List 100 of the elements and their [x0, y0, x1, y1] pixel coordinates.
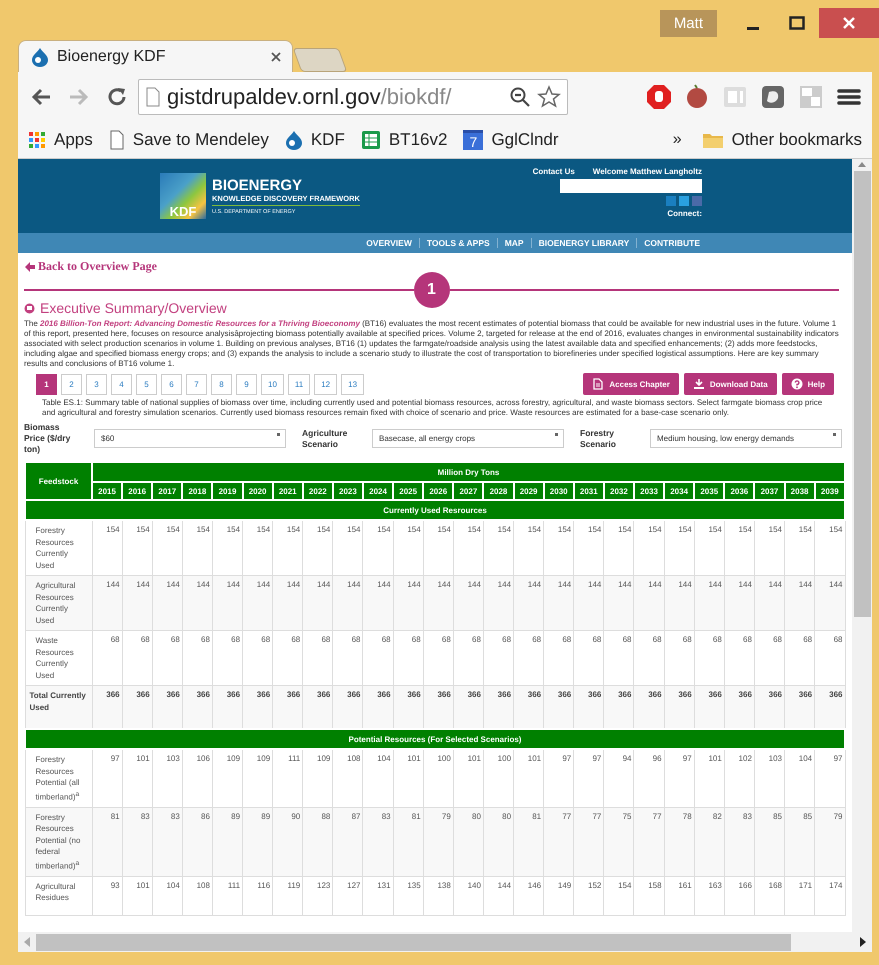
- column-header: 2035: [694, 482, 724, 500]
- action-button[interactable]: Access Chapter: [583, 373, 679, 395]
- table-cell: 366: [393, 686, 424, 729]
- page-button[interactable]: 6: [161, 374, 182, 394]
- bookmark[interactable]: KDF: [284, 130, 345, 150]
- table-cell: 366: [332, 686, 363, 729]
- table-cell: 81: [514, 807, 544, 876]
- column-header: 2025: [393, 482, 424, 500]
- table-cell: 77: [544, 807, 574, 876]
- table-cell: 366: [754, 686, 785, 729]
- table-cell: 144: [784, 576, 815, 630]
- column-header: 2036: [724, 482, 754, 500]
- table-cell: 174: [814, 876, 845, 916]
- column-header: 2026: [423, 482, 454, 500]
- table-cell: 75: [604, 807, 634, 876]
- table-cell: 88: [302, 807, 333, 876]
- page-button[interactable]: 8: [211, 374, 232, 394]
- site-title: BIOENERGY: [212, 177, 304, 194]
- address-bar[interactable]: gistdrupaldev.ornl.gov/biokdf/: [138, 79, 568, 115]
- table-cell: 79: [423, 807, 454, 876]
- bookmark[interactable]: 7 GglClndr: [463, 130, 559, 150]
- table-cell: 104: [152, 876, 182, 916]
- table-cell: 138: [423, 876, 454, 916]
- page-button[interactable]: 12: [314, 374, 338, 394]
- nav-link[interactable]: BIOENERGY LIBRARY: [530, 238, 636, 248]
- table-cell: 152: [574, 876, 604, 916]
- table-cell: 144: [574, 576, 604, 630]
- table-cell: 87: [332, 807, 363, 876]
- download-icon: [692, 378, 705, 390]
- vertical-scrollbar[interactable]: [852, 159, 872, 932]
- nav-link[interactable]: CONTRIBUTE: [636, 238, 707, 248]
- nav-link[interactable]: MAP: [496, 238, 531, 248]
- minimize-icon: [747, 27, 759, 30]
- table-cell: 80: [483, 807, 514, 876]
- table-cell: 366: [544, 686, 574, 729]
- table-cell: 366: [242, 686, 273, 729]
- calendar-icon: 7: [463, 130, 484, 150]
- search-field[interactable]: [560, 179, 702, 193]
- table-cell: 366: [814, 686, 845, 729]
- table-cell: 158: [634, 876, 664, 916]
- table-cell: 80: [453, 807, 484, 876]
- dropdown[interactable]: $60: [94, 429, 286, 448]
- bookmark[interactable]: Save to Mendeley: [108, 130, 269, 150]
- row-header: Total Currently Used: [25, 686, 92, 729]
- table-cell: 366: [152, 686, 182, 729]
- zoom-icon[interactable]: [509, 86, 531, 108]
- page-button[interactable]: 2: [61, 374, 82, 394]
- table-cell: 123: [302, 876, 333, 916]
- close-button[interactable]: [819, 8, 879, 38]
- action-button[interactable]: Help: [782, 373, 834, 395]
- page-button[interactable]: 3: [86, 374, 107, 394]
- profile-badge[interactable]: Matt: [660, 10, 717, 37]
- scrollbar-thumb[interactable]: [36, 934, 791, 950]
- table-cell: 154: [604, 876, 634, 916]
- action-button[interactable]: Download Data: [684, 373, 777, 395]
- nav-link[interactable]: TOOLS & APPS: [418, 238, 497, 248]
- contact-link[interactable]: Contact Us: [532, 167, 575, 176]
- page-button[interactable]: 13: [341, 374, 364, 394]
- table-cell: 109: [242, 749, 273, 808]
- table-caption: Table ES.1: Summary table of national supplies of biomass over time, including currently used and potential biomass resources, across forestry, agricultural, and waste biomass sectors. Select farmgate biomass crop price and agricultural and forestry simulation scenarios. Currently used biomass resources remain fixed with choice of scenario and price. Waste resources are estimated for a base-case scenario only.: [42, 398, 824, 418]
- table-cell: 101: [393, 749, 424, 808]
- table-cell: 161: [664, 876, 694, 916]
- table-cell: 166: [724, 876, 754, 916]
- table-cell: 81: [393, 807, 424, 876]
- column-header: 2016: [122, 482, 152, 500]
- page-button[interactable]: 7: [186, 374, 207, 394]
- page-button[interactable]: 9: [236, 374, 257, 394]
- scrollbar-thumb[interactable]: [854, 171, 870, 617]
- page-button[interactable]: 4: [111, 374, 132, 394]
- table-cell: 97: [92, 749, 122, 808]
- more-bookmarks-button[interactable]: »: [672, 131, 682, 149]
- table-cell: 163: [694, 876, 724, 916]
- page-button[interactable]: 1: [36, 374, 57, 394]
- filter-label: Biomass Price ($/dry ton): [24, 422, 72, 455]
- table-cell: 144: [814, 576, 845, 630]
- page-button[interactable]: 5: [136, 374, 157, 394]
- column-header: 2028: [483, 482, 514, 500]
- bookmark-folder[interactable]: Other bookmarks: [702, 130, 862, 150]
- star-icon[interactable]: [537, 85, 561, 109]
- page-button[interactable]: 11: [288, 374, 310, 394]
- bookmark[interactable]: Apps: [28, 130, 93, 150]
- help-icon: [790, 378, 803, 390]
- table-cell: 104: [362, 749, 394, 808]
- table-cell: 101: [694, 749, 724, 808]
- table-cell: 89: [242, 807, 273, 876]
- bookmark[interactable]: BT16v2: [360, 130, 448, 150]
- browser-tab[interactable]: Bioenergy KDF: [18, 40, 293, 72]
- back-link[interactable]: Back to Overview Page: [24, 259, 157, 274]
- close-icon[interactable]: [270, 50, 282, 62]
- dropdown[interactable]: Medium housing, low energy demands: [650, 429, 842, 448]
- dropdown[interactable]: Basecase, all energy crops: [372, 429, 564, 448]
- column-header: Feedstock: [25, 462, 92, 500]
- nav-link[interactable]: OVERVIEW: [359, 238, 419, 248]
- page-button[interactable]: 10: [261, 374, 284, 394]
- table-cell: 144: [393, 576, 424, 630]
- section-title: Executive Summary/Overview: [40, 300, 227, 316]
- collapse-icon[interactable]: [24, 302, 35, 314]
- horizontal-scrollbar[interactable]: [18, 932, 872, 952]
- table-cell: 78: [664, 807, 694, 876]
- table-cell: 94: [604, 749, 634, 808]
